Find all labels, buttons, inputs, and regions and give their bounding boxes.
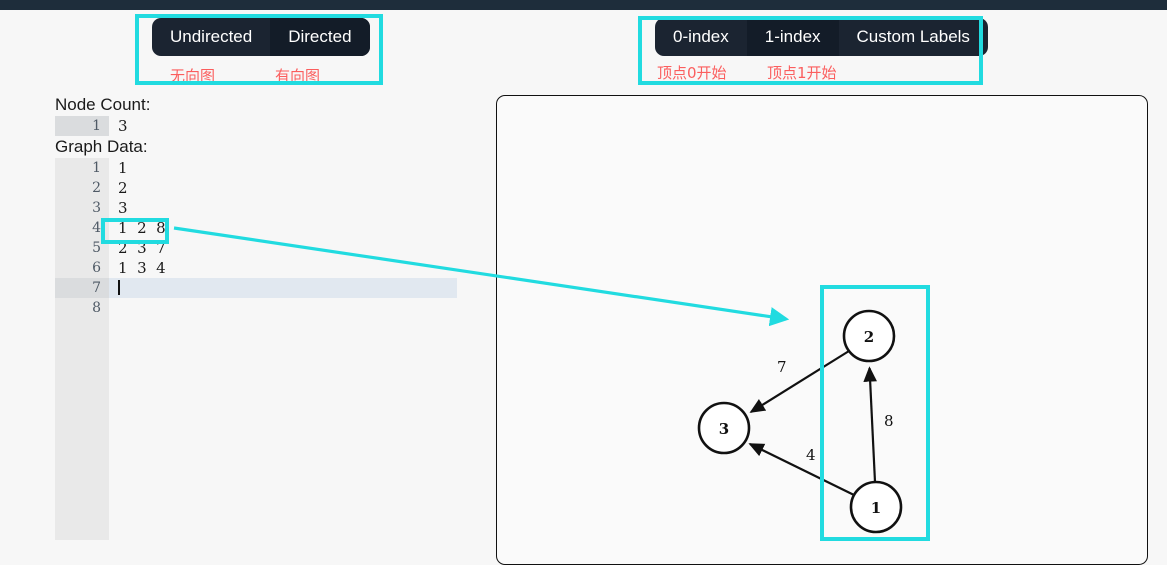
edge-weight-label: 8 <box>884 412 894 430</box>
node-count-label: Node Count: <box>55 95 151 114</box>
code-row[interactable]: 6 1 3 4 <box>55 258 457 278</box>
graph-node-label: 1 <box>871 499 881 517</box>
code-line-text[interactable]: 3 <box>109 116 457 136</box>
code-row[interactable]: 2 2 <box>55 178 457 198</box>
line-number: 4 <box>55 218 109 238</box>
line-number: 1 <box>55 158 109 178</box>
line-number: 2 <box>55 178 109 198</box>
code-row[interactable]: 5 2 3 7 <box>55 238 457 258</box>
toggle-directed[interactable]: Directed <box>270 18 370 56</box>
graph-visualization: 8 7 4 2 3 1 <box>697 309 903 534</box>
edge-weight-label: 4 <box>806 446 816 464</box>
note-zero-index: 顶点0开始 <box>657 64 727 82</box>
code-line-text[interactable]: 2 <box>109 178 457 198</box>
index-toggle-group[interactable]: 0-index 1-index Custom Labels <box>655 18 988 56</box>
edge-2-to-3: 7 <box>749 350 850 413</box>
code-line-text[interactable]: 2 3 7 <box>109 238 457 258</box>
note-one-index: 顶点1开始 <box>767 64 837 82</box>
code-row[interactable]: 1 3 <box>55 116 457 136</box>
line-number: 3 <box>55 198 109 218</box>
line-number: 8 <box>55 298 109 318</box>
code-row[interactable]: 4 1 2 8 <box>55 218 457 238</box>
code-line-text[interactable] <box>109 298 457 318</box>
line-number: 7 <box>55 278 109 298</box>
toggle-custom-labels[interactable]: Custom Labels <box>839 18 988 56</box>
graph-node-label: 2 <box>864 328 874 346</box>
line-number: 6 <box>55 258 109 278</box>
text-caret <box>118 280 120 295</box>
direction-toggle-group[interactable]: Undirected Directed <box>152 18 370 56</box>
edge-1-to-3: 4 <box>748 443 855 496</box>
note-directed: 有向图 <box>275 67 321 85</box>
line-number: 5 <box>55 238 109 258</box>
code-row[interactable]: 1 1 <box>55 158 457 178</box>
toggle-undirected[interactable]: Undirected <box>152 18 270 56</box>
code-line-text[interactable]: 1 2 8 <box>109 218 457 238</box>
top-bar <box>0 0 1167 10</box>
code-row[interactable]: 3 3 <box>55 198 457 218</box>
line-number: 1 <box>55 116 109 136</box>
graph-data-label: Graph Data: <box>55 137 148 156</box>
code-row-active[interactable]: 7 <box>55 278 457 298</box>
graph-node-2[interactable]: 2 <box>842 309 896 363</box>
code-line-text[interactable]: 1 <box>109 158 457 178</box>
graph-node-1[interactable]: 1 <box>849 480 903 534</box>
edge-weight-label: 7 <box>777 358 787 376</box>
toggle-0-index[interactable]: 0-index <box>655 18 747 56</box>
edge-1-to-2: 8 <box>863 366 894 483</box>
graph-node-3[interactable]: 3 <box>697 401 751 455</box>
code-line-text[interactable]: 1 3 4 <box>109 258 457 278</box>
note-undirected: 无向图 <box>170 67 216 85</box>
code-row[interactable]: 8 <box>55 298 457 318</box>
graph-data-editor[interactable]: 1 1 2 2 3 3 4 1 2 8 5 2 3 7 6 1 3 4 7 8 <box>55 158 457 318</box>
gutter-filler <box>55 318 109 540</box>
code-line-text[interactable]: 3 <box>109 198 457 218</box>
graph-node-label: 3 <box>719 420 729 438</box>
node-count-editor[interactable]: 1 3 <box>55 116 457 136</box>
code-line-text-active[interactable] <box>109 278 457 298</box>
toggle-1-index[interactable]: 1-index <box>746 18 839 56</box>
